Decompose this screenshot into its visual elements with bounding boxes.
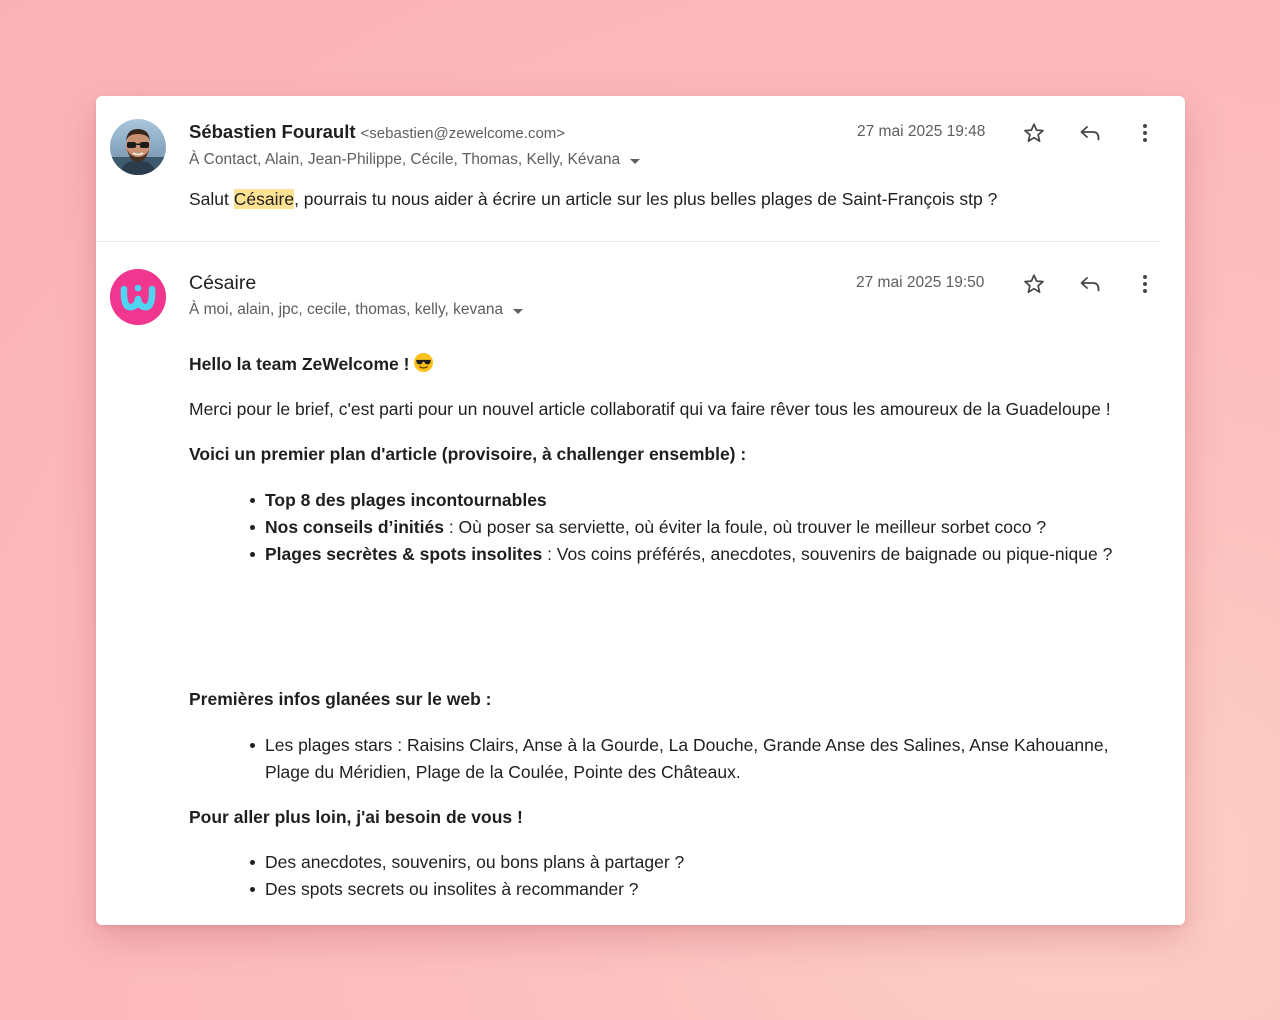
star-button[interactable] [1020,270,1048,298]
more-options-button[interactable] [1131,119,1159,147]
avatar-cesaire [110,269,166,325]
preview-after: , pourrais tu nous aider à écrire un art… [294,189,998,209]
greeting: Hello la team ZeWelcome ! [189,351,434,381]
more-vert-icon [1143,275,1147,293]
next-step: Prochaine étape : J’attends vos retours,… [189,921,1048,925]
next-step-text: J’attends vos retours, anecdotes et sugg… [335,924,1048,925]
sender-email: <sebastien@zewelcome.com> [360,125,566,142]
highlighted-mention: Césaire [233,189,295,209]
reply-button[interactable] [1076,270,1104,298]
list-item-text: : Où poser sa serviette, où éviter la fo… [443,517,1047,537]
list-item: Des anecdotes, souvenirs, ou bons plans … [245,849,1145,876]
message-date: 27 mai 2025 19:48 [857,123,986,140]
recipients-toggle[interactable]: À Contact, Alain, Jean-Philippe, Cécile,… [189,151,641,169]
help-list: Des anecdotes, souvenirs, ou bons plans … [245,849,1145,903]
star-button[interactable] [1020,119,1048,147]
intro-paragraph: Merci pour le brief, c'est parti pour un… [189,399,1111,419]
list-item: Des spots secrets ou insolites à recomma… [245,876,1145,903]
more-vert-icon [1143,124,1147,142]
list-item-bold: Plages secrètes & spots insolites [265,544,543,564]
reply-button[interactable] [1076,119,1104,147]
list-item-text: : Vos coins préférés, anecdotes, souveni… [542,544,1113,564]
list-item: Top 8 des plages incontournables [245,487,1145,514]
help-heading: Pour aller plus loin, j'ai besoin de vou… [189,804,523,831]
more-options-button[interactable] [1131,270,1159,298]
sender-line: Sébastien Fourault <sebastien@zewelcome.… [189,121,565,143]
zewelcome-logo-icon [110,269,166,325]
web-heading-text: Premières infos glanées sur le web : [189,689,492,709]
avatar-photo-icon [110,119,166,175]
plan-heading: Voici un premier plan d'article (proviso… [189,441,746,468]
list-item-text: Des anecdotes, souvenirs, ou bons plans … [265,852,685,872]
next-step-label: Prochaine étape : [189,924,335,925]
email-thread: Sébastien Fourault <sebastien@zewelcome.… [96,96,1185,925]
greeting-text: Hello la team ZeWelcome ! [189,354,410,374]
recipients-text: À Contact, Alain, Jean-Philippe, Cécile,… [189,151,621,168]
sunglasses-emoji-icon [413,352,434,381]
message-sebastien[interactable]: Sébastien Fourault <sebastien@zewelcome.… [96,96,1185,241]
star-icon [1024,274,1044,293]
chevron-down-icon[interactable] [513,308,524,314]
plan-heading-text: Voici un premier plan d'article (proviso… [189,444,747,464]
avatar-sebastien [110,119,166,175]
reply-icon [1080,126,1100,141]
recipients-toggle[interactable]: À moi, alain, jpc, cecile, thomas, kelly… [189,301,524,319]
sender-line: Césaire [189,272,256,295]
plan-list: Top 8 des plages incontournables Nos con… [245,487,1145,568]
list-item-bold: Top 8 des plages incontournables [265,490,547,510]
list-item-bold: Nos conseils d’initiés [265,517,444,537]
recipients-text: À moi, alain, jpc, cecile, thomas, kelly… [189,301,504,318]
web-heading: Premières infos glanées sur le web : [189,686,491,713]
star-icon [1024,123,1044,142]
preview-before: Salut [189,189,234,209]
message-cesaire: Césaire À moi, alain, jpc, cecile, thoma… [96,242,1185,925]
reply-icon [1080,277,1100,292]
sender-name[interactable]: Césaire [189,272,256,294]
web-list: Les plages stars : Raisins Clairs, Anse … [245,732,1130,786]
sender-name[interactable]: Sébastien Fourault [189,121,356,142]
list-item-text: Des spots secrets ou insolites à recomma… [265,879,639,899]
help-heading-text: Pour aller plus loin, j'ai besoin de vou… [189,807,523,827]
list-item: Nos conseils d’initiés : Où poser sa ser… [245,514,1145,541]
message-preview: Salut Césaire, pourrais tu nous aider à … [189,189,997,210]
list-item-text: Les plages stars : Raisins Clairs, Anse … [265,735,1109,782]
message-date: 27 mai 2025 19:50 [856,274,985,291]
list-item: Les plages stars : Raisins Clairs, Anse … [245,732,1130,786]
chevron-down-icon[interactable] [630,158,641,164]
list-item: Plages secrètes & spots insolites : Vos … [245,541,1145,568]
